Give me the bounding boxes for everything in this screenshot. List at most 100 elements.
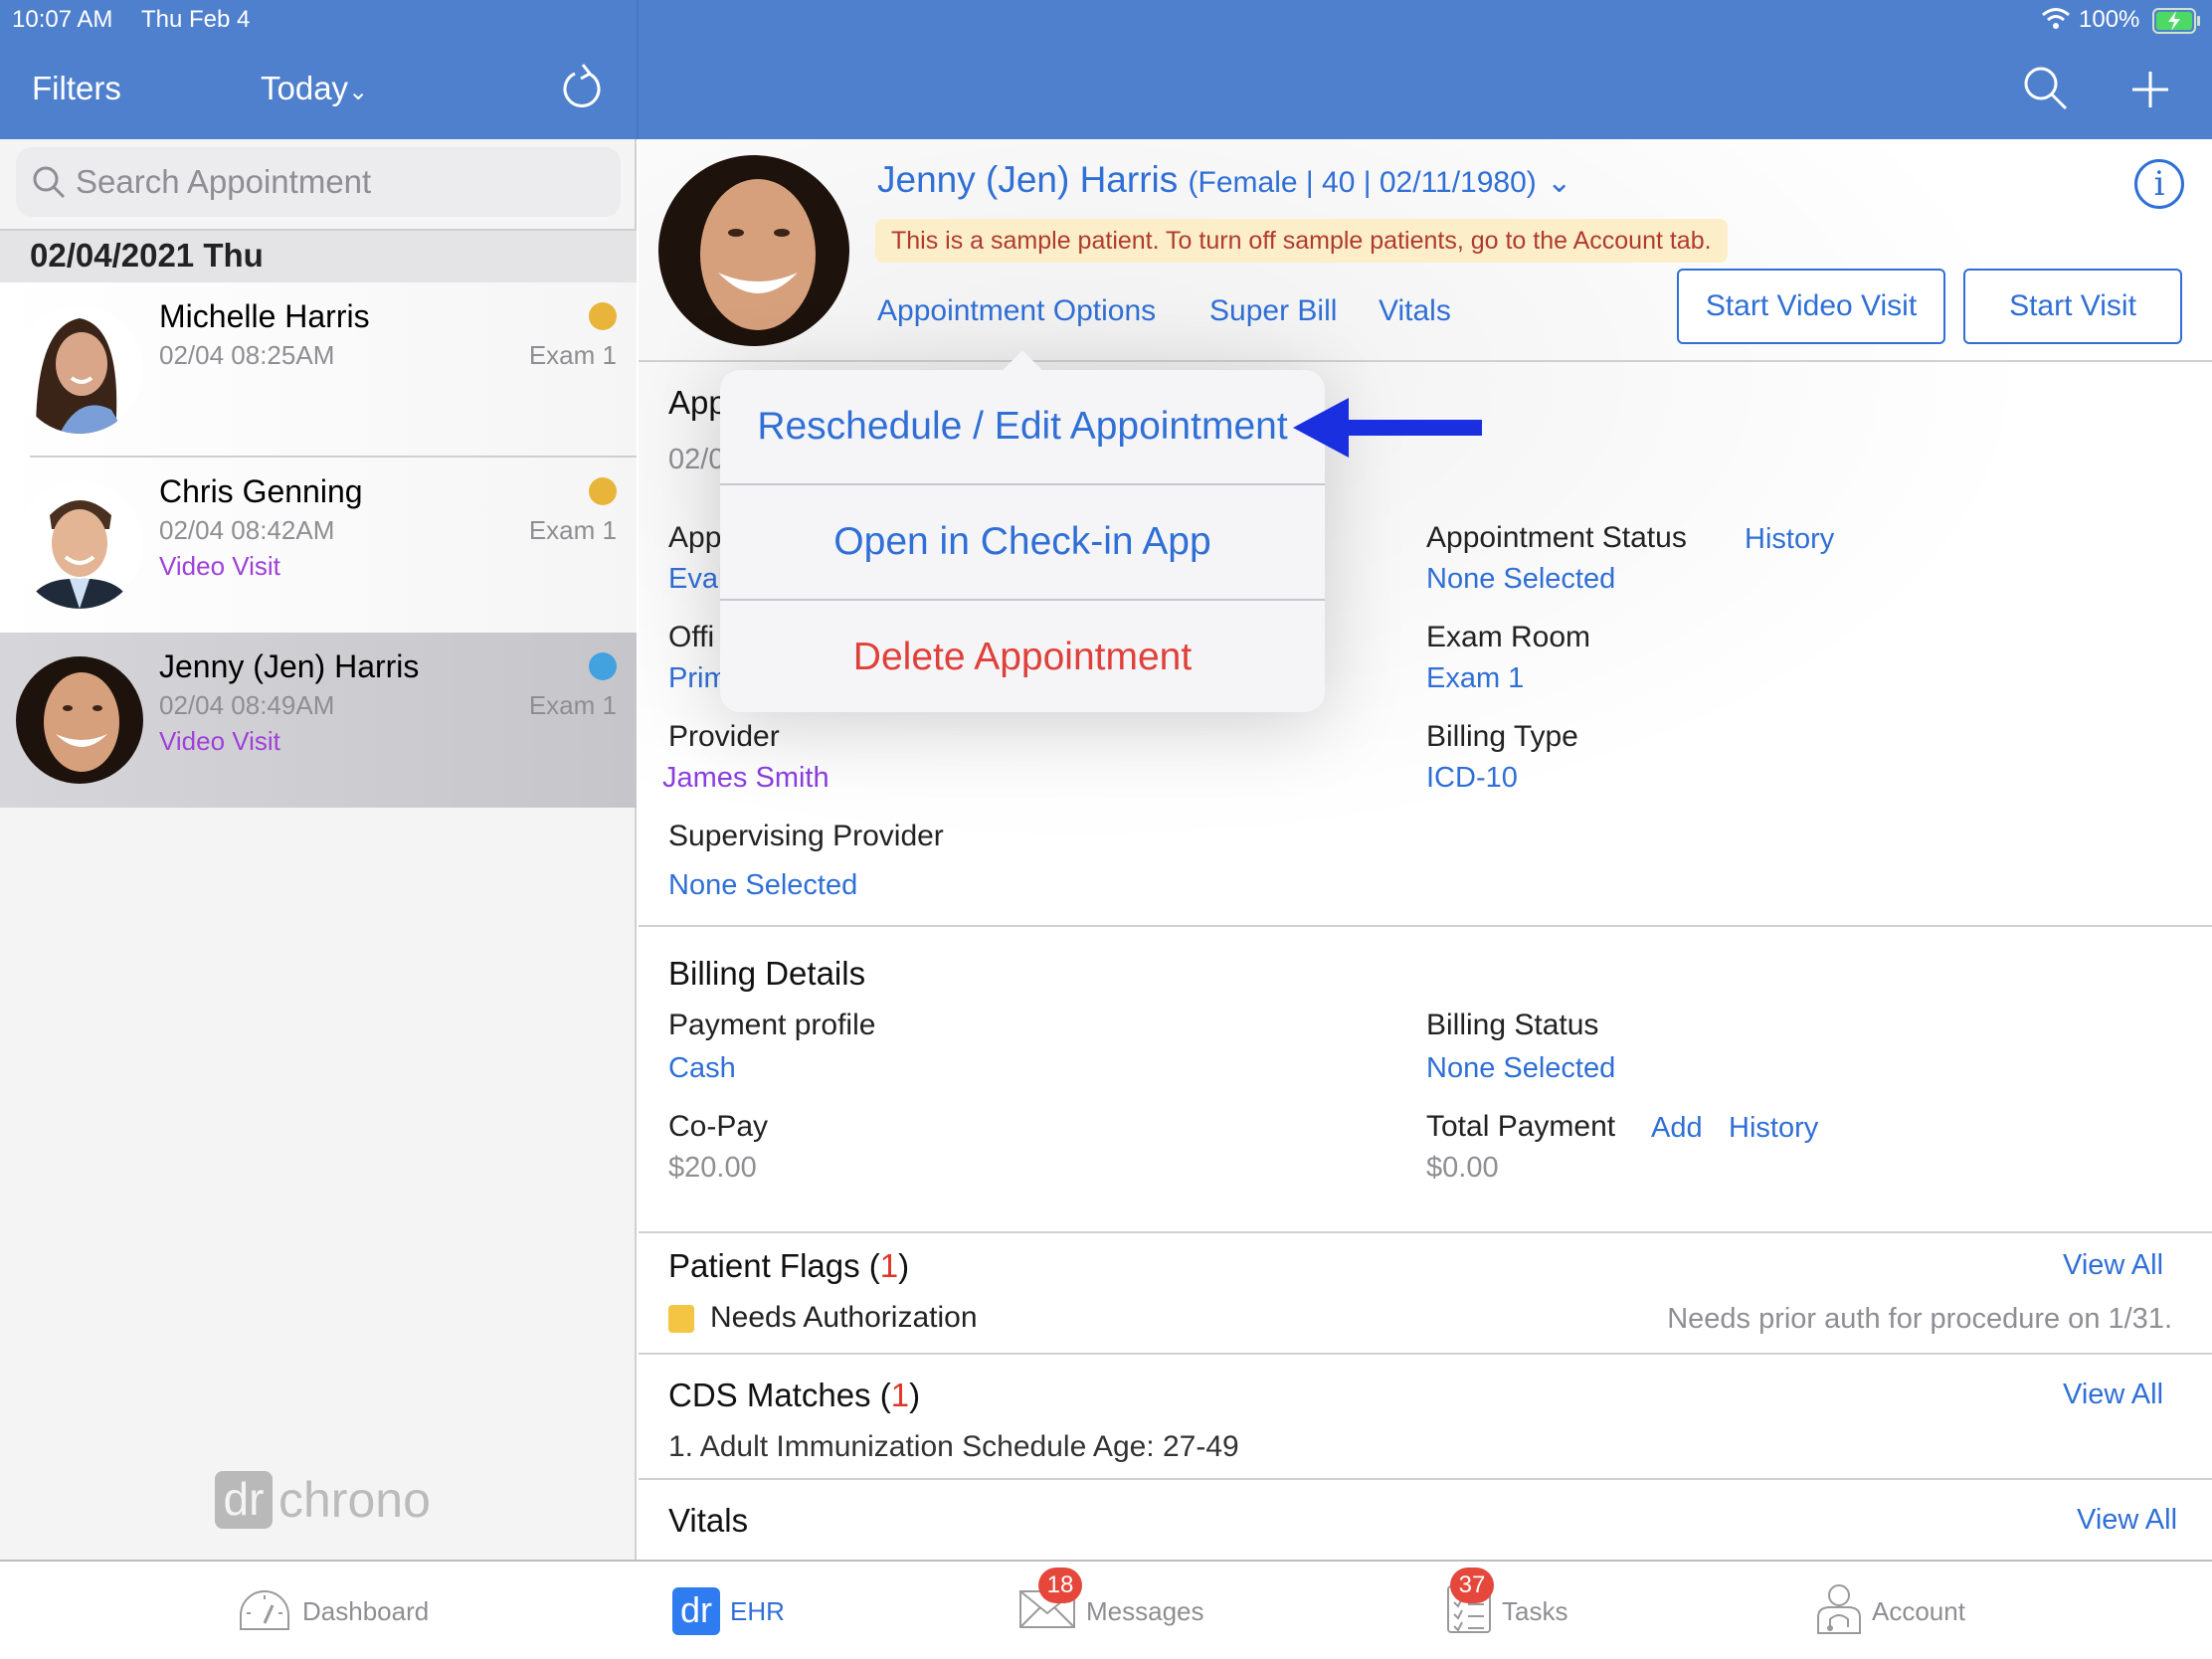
appointment-options-popover: Reschedule / Edit Appointment Open in Ch… — [720, 350, 1325, 714]
tab-ehr[interactable]: dr EHR — [672, 1562, 785, 1659]
cds-matches-view-all-link[interactable]: View All — [2063, 1379, 2163, 1411]
billing-status-value[interactable]: None Selected — [1426, 1052, 1615, 1085]
status-dot — [589, 477, 617, 505]
patient-flags-title-text: Patient Flags ( — [668, 1247, 880, 1284]
billing-type-value[interactable]: ICD-10 — [1426, 762, 1518, 795]
search-icon — [32, 165, 66, 204]
patient-flags-title: Patient Flags (1) — [668, 1247, 909, 1285]
logo-mark: dr — [215, 1471, 273, 1529]
appointment-patient-name: Jenny (Jen) Harris — [159, 648, 420, 684]
add-payment-link[interactable]: Add — [1651, 1112, 1703, 1145]
add-icon[interactable] — [2130, 70, 2170, 114]
appointment-profile-value[interactable]: Eval — [668, 563, 724, 596]
appointment-section-title: App — [668, 384, 727, 421]
search-placeholder: Search Appointment — [76, 163, 372, 200]
pane-divider — [637, 0, 639, 139]
flag-color-swatch — [668, 1305, 694, 1333]
battery-percent: 100% — [2079, 6, 2140, 33]
delete-appointment-menu-item[interactable]: Delete Appointment — [720, 601, 1325, 714]
patient-photo — [658, 155, 849, 346]
appointment-room: Exam 1 — [528, 340, 617, 370]
messages-badge: 18 — [1038, 1567, 1082, 1603]
vitals-link[interactable]: Vitals — [1379, 294, 1451, 328]
tab-messages[interactable]: Messages 18 — [1018, 1562, 1204, 1659]
section-divider — [639, 1353, 2212, 1355]
cds-matches-title-close: ) — [909, 1377, 921, 1413]
supervising-provider-label: Supervising Provider — [668, 820, 944, 852]
tab-label: EHR — [730, 1595, 785, 1626]
exam-room-value[interactable]: Exam 1 — [1426, 662, 1524, 695]
search-appointment-input[interactable]: Search Appointment — [16, 147, 621, 217]
status-dot — [589, 302, 617, 330]
supervising-provider-value[interactable]: None Selected — [668, 869, 857, 902]
doctor-account-icon — [1816, 1583, 1862, 1640]
tab-account[interactable]: Account — [1816, 1562, 1965, 1659]
start-video-visit-button[interactable]: Start Video Visit — [1677, 269, 1945, 344]
appointment-time: 02/04 08:25AM — [159, 340, 335, 370]
open-check-in-app-menu-item[interactable]: Open in Check-in App — [720, 485, 1325, 599]
exam-room-label: Exam Room — [1426, 621, 1591, 653]
appointment-time: 02/04 08:49AM — [159, 690, 335, 720]
status-dot — [589, 652, 617, 680]
sample-patient-banner: This is a sample patient. To turn off sa… — [875, 219, 1728, 263]
super-bill-link[interactable]: Super Bill — [1209, 294, 1337, 328]
info-icon[interactable]: i — [2134, 159, 2184, 209]
appointment-status-value[interactable]: None Selected — [1426, 563, 1615, 596]
appointment-status-history-link[interactable]: History — [1745, 523, 1834, 556]
patient-name-header[interactable]: Jenny (Jen) Harris (Female | 40 | 02/11/… — [877, 159, 1571, 201]
patient-demographics: (Female | 40 | 02/11/1980) — [1188, 166, 1537, 199]
appointment-list-item-selected[interactable]: Jenny (Jen) Harris 02/04 08:49AM Video V… — [0, 633, 637, 808]
section-divider — [639, 1478, 2212, 1480]
date-range-dropdown[interactable]: Today⌄ — [261, 70, 368, 107]
tab-dashboard[interactable]: Dashboard — [237, 1562, 429, 1659]
billing-status-label: Billing Status — [1426, 1009, 1599, 1041]
reschedule-edit-appointment-menu-item[interactable]: Reschedule / Edit Appointment — [720, 370, 1325, 483]
appointment-options-link[interactable]: Appointment Options — [877, 294, 1156, 328]
appointment-detail-pane: Jenny (Jen) Harris (Female | 40 | 02/11/… — [639, 139, 2212, 1560]
billing-details-title: Billing Details — [668, 955, 866, 992]
date-range-label: Today — [261, 70, 349, 106]
vitals-view-all-link[interactable]: View All — [2077, 1504, 2177, 1537]
flag-note: Needs prior auth for procedure on 1/31. — [1667, 1303, 2172, 1335]
section-divider — [639, 925, 2212, 927]
appointment-list-item[interactable]: Chris Genning 02/04 08:42AM Video Visit … — [0, 458, 637, 633]
patient-flags-count: 1 — [879, 1247, 899, 1284]
billing-type-label: Billing Type — [1426, 720, 1578, 753]
top-navigation-bar: 10:07 AM Thu Feb 4 100% Filters Today⌄ — [0, 0, 2212, 139]
patient-flags-title-close: ) — [898, 1247, 910, 1284]
total-payment-value: $0.00 — [1426, 1152, 1499, 1184]
start-visit-button[interactable]: Start Visit — [1963, 269, 2182, 344]
chevron-down-icon: ⌄ — [348, 79, 369, 105]
cds-match-item[interactable]: 1. Adult Immunization Schedule Age: 27-4… — [668, 1430, 1239, 1464]
battery-charging-icon — [2152, 8, 2202, 39]
search-icon[interactable] — [2023, 66, 2069, 116]
refresh-icon[interactable] — [559, 62, 605, 116]
tab-tasks[interactable]: Tasks 37 — [1446, 1562, 1567, 1659]
copay-label: Co-Pay — [668, 1110, 769, 1143]
drchrono-logo: dr chrono — [215, 1471, 431, 1529]
payment-history-link[interactable]: History — [1729, 1112, 1818, 1145]
appointment-type: Video Visit — [159, 551, 280, 581]
appointment-patient-name: Michelle Harris — [159, 298, 370, 334]
section-divider — [639, 1231, 2212, 1233]
ehr-dr-icon: dr — [672, 1587, 720, 1635]
patient-flags-view-all-link[interactable]: View All — [2063, 1249, 2163, 1282]
tab-label: Messages — [1086, 1595, 1204, 1626]
provider-value[interactable]: James Smith — [662, 762, 830, 795]
status-date: Thu Feb 4 — [141, 6, 251, 33]
appointment-list-item[interactable]: Michelle Harris 02/04 08:25AM Exam 1 — [0, 282, 637, 458]
flag-name[interactable]: Needs Authorization — [710, 1301, 978, 1335]
appointment-patient-name: Chris Genning — [159, 473, 363, 509]
filters-button[interactable]: Filters — [32, 70, 121, 107]
copay-value: $20.00 — [668, 1152, 757, 1184]
payment-profile-value[interactable]: Cash — [668, 1052, 736, 1085]
tab-label: Dashboard — [302, 1595, 430, 1626]
cds-matches-count: 1 — [890, 1377, 910, 1413]
cds-matches-title-text: CDS Matches ( — [668, 1377, 891, 1413]
avatar — [16, 656, 143, 784]
logo-text: chrono — [278, 1472, 431, 1528]
appointment-date: 02/0 — [668, 444, 725, 475]
office-value[interactable]: Prim — [668, 662, 728, 695]
vitals-title: Vitals — [668, 1502, 749, 1539]
avatar — [16, 481, 143, 609]
